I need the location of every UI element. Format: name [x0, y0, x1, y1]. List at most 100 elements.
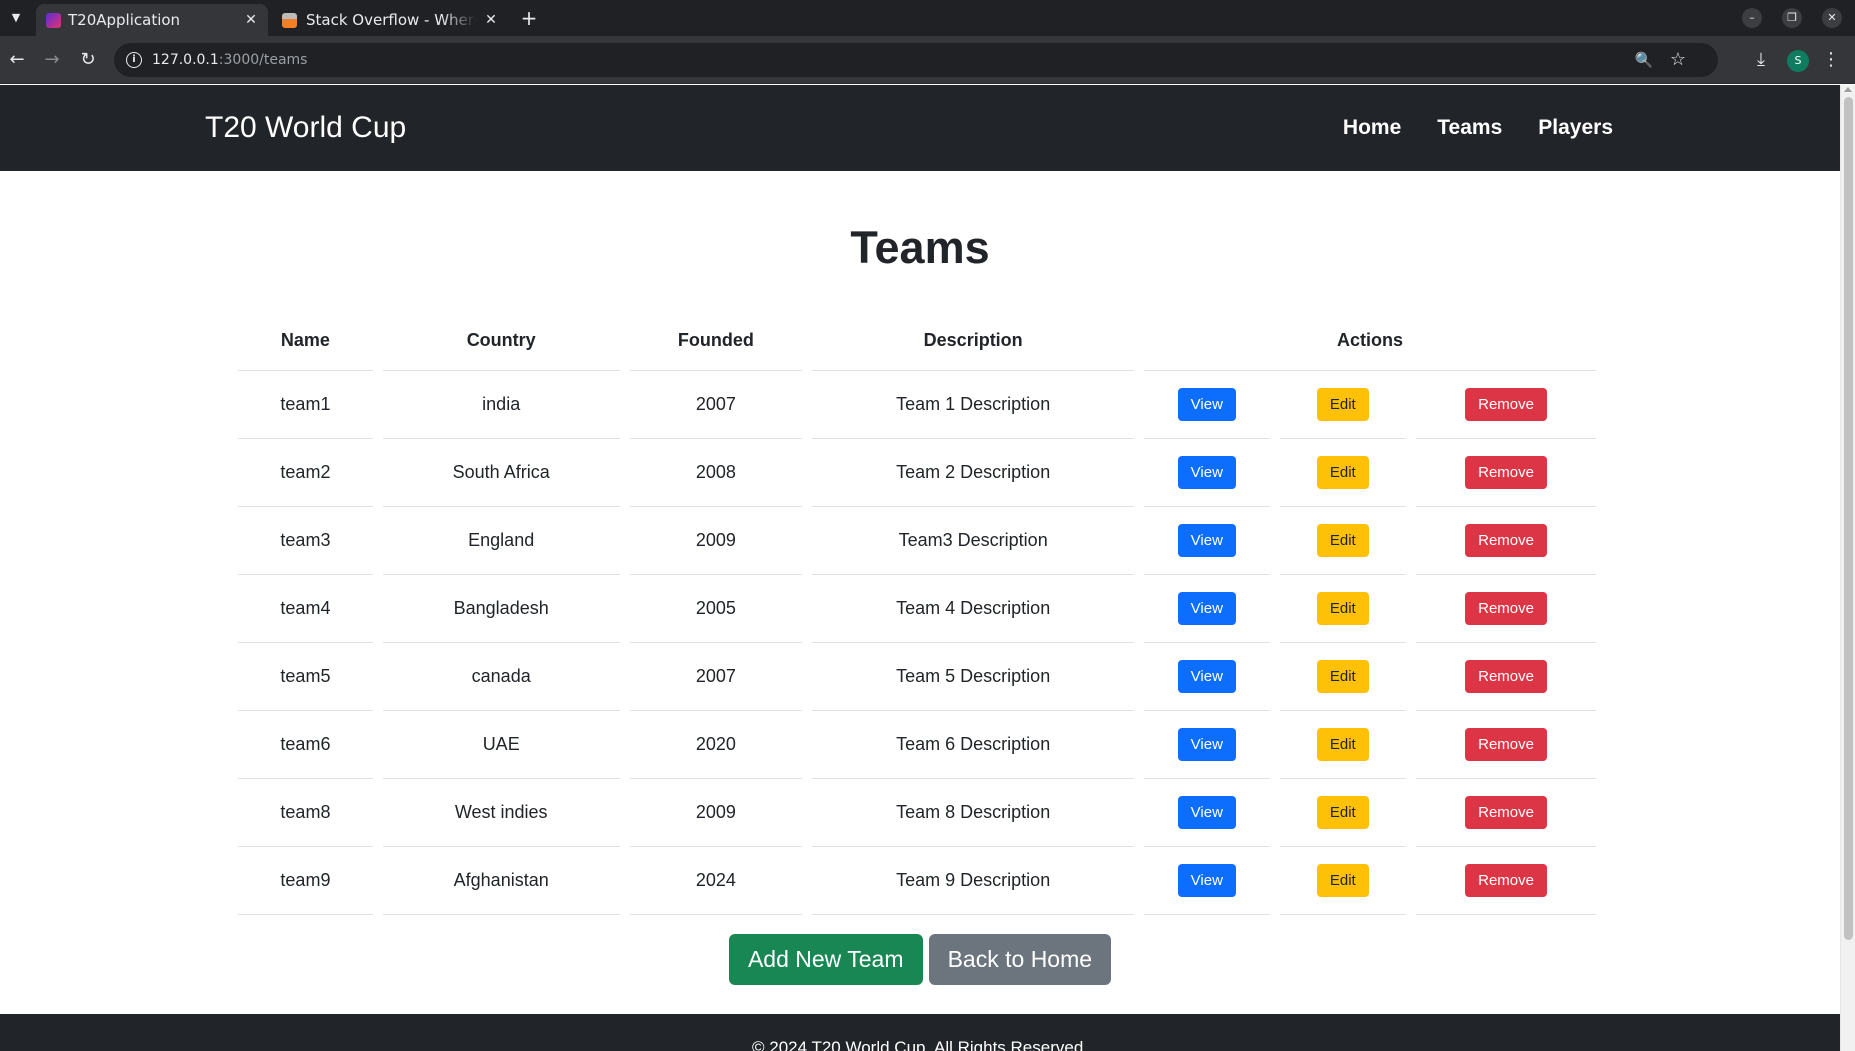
remove-cell: Remove	[1416, 371, 1596, 439]
avatar[interactable]: S	[1787, 50, 1809, 72]
remove-cell: Remove	[1416, 439, 1596, 507]
site-footer: © 2024 T20 World Cup. All Rights Reserve…	[0, 1014, 1840, 1051]
table-row: team8 West indies 2009 Team 8 Description Vi…	[238, 779, 1596, 847]
table-row: team4 Bangladesh 2005 Team 4 Description Vie…	[238, 575, 1596, 643]
edit-cell: Edit	[1279, 439, 1407, 507]
close-icon[interactable]: ✕	[242, 4, 260, 36]
remove-cell: Remove	[1416, 847, 1596, 915]
remove-button[interactable]: Remove	[1465, 524, 1547, 557]
team-description-cell: Team 5 Description	[812, 643, 1135, 711]
nav-link-home[interactable]: Home	[1343, 116, 1401, 140]
team-country-cell: England	[382, 507, 620, 575]
team-description-cell: Team 8 Description	[812, 779, 1135, 847]
remove-button[interactable]: Remove	[1465, 864, 1547, 897]
edit-button[interactable]: Edit	[1316, 524, 1369, 557]
column-header-founded: Founded	[629, 310, 803, 371]
remove-button[interactable]: Remove	[1465, 796, 1547, 829]
team-country-cell: South Africa	[382, 439, 620, 507]
view-button[interactable]: View	[1177, 864, 1236, 897]
page-actions: Add New Team Back to Home	[0, 934, 1840, 985]
view-button[interactable]: View	[1177, 592, 1236, 625]
address-url[interactable]: 127.0.0.1:3000/teams	[152, 43, 307, 77]
edit-cell: Edit	[1279, 847, 1407, 915]
edit-button[interactable]: Edit	[1316, 388, 1369, 421]
table-row: team2 South Africa 2008 Team 2 Description V…	[238, 439, 1596, 507]
edit-cell: Edit	[1279, 779, 1407, 847]
remove-button[interactable]: Remove	[1465, 592, 1547, 625]
info-icon[interactable]: i	[126, 52, 142, 68]
view-cell: View	[1144, 575, 1270, 643]
site-navbar: T20 World Cup Home Teams Players	[0, 85, 1840, 171]
browser-tab-t20application[interactable]: T20Application ✕	[36, 4, 268, 36]
edit-button[interactable]: Edit	[1316, 456, 1369, 489]
forward-arrow-icon[interactable]: →	[38, 46, 66, 74]
remove-button[interactable]: Remove	[1465, 728, 1547, 761]
table-header-row: Name Country Founded Description Actions	[238, 310, 1596, 371]
kebab-menu-icon[interactable]: ⋮	[1822, 46, 1840, 74]
edit-button[interactable]: Edit	[1316, 864, 1369, 897]
chevron-down-icon[interactable]: ▼	[4, 5, 28, 31]
edit-cell: Edit	[1279, 371, 1407, 439]
browser-toolbar: ← → ↻ i 127.0.0.1:3000/teams 🔍 ☆	[0, 36, 1855, 84]
team-founded-cell: 2007	[629, 371, 803, 439]
nav-link-teams[interactable]: Teams	[1437, 116, 1502, 140]
plus-icon[interactable]: +	[516, 4, 542, 32]
add-new-team-button[interactable]: Add New Team	[728, 934, 923, 985]
view-cell: View	[1144, 507, 1270, 575]
team-founded-cell: 2005	[629, 575, 803, 643]
team-description-cell: Team 6 Description	[812, 711, 1135, 779]
nav-link-players[interactable]: Players	[1538, 116, 1613, 140]
table-row: team6 UAE 2020 Team 6 Description View Edit Re…	[238, 711, 1596, 779]
remove-button[interactable]: Remove	[1465, 388, 1547, 421]
remove-cell: Remove	[1416, 711, 1596, 779]
edit-button[interactable]: Edit	[1316, 796, 1369, 829]
team-country-cell: UAE	[382, 711, 620, 779]
minimize-icon[interactable]: –	[1742, 8, 1762, 28]
team-name-cell: team4	[238, 575, 373, 643]
remove-button[interactable]: Remove	[1465, 456, 1547, 489]
page-title: Teams	[850, 222, 990, 273]
team-founded-cell: 2008	[629, 439, 803, 507]
view-button[interactable]: View	[1177, 388, 1236, 421]
reload-icon[interactable]: ↻	[74, 46, 102, 74]
edit-button[interactable]: Edit	[1316, 660, 1369, 693]
star-icon[interactable]: ☆	[1666, 48, 1690, 72]
remove-cell: Remove	[1416, 643, 1596, 711]
restore-icon[interactable]: ❐	[1782, 8, 1802, 28]
edit-cell: Edit	[1279, 643, 1407, 711]
team-country-cell: West indies	[382, 779, 620, 847]
download-icon[interactable]: ⤓	[1748, 46, 1774, 74]
scrollbar-thumb[interactable]	[1844, 97, 1853, 940]
team-name-cell: team8	[238, 779, 373, 847]
page-scrollbar[interactable]	[1840, 85, 1855, 1051]
close-icon[interactable]: ✕	[482, 4, 500, 36]
view-cell: View	[1144, 439, 1270, 507]
view-cell: View	[1144, 847, 1270, 915]
site-brand[interactable]: T20 World Cup	[205, 85, 406, 171]
back-arrow-icon[interactable]: ←	[3, 46, 31, 74]
view-button[interactable]: View	[1177, 660, 1236, 693]
scroll-up-icon[interactable]	[1844, 87, 1852, 92]
team-description-cell: Team3 Description	[812, 507, 1135, 575]
view-cell: View	[1144, 711, 1270, 779]
view-button[interactable]: View	[1177, 728, 1236, 761]
view-button[interactable]: View	[1177, 456, 1236, 489]
column-header-name: Name	[238, 310, 373, 371]
edit-button[interactable]: Edit	[1316, 592, 1369, 625]
address-bar[interactable]: i 127.0.0.1:3000/teams 🔍 ☆	[114, 43, 1718, 77]
back-to-home-button[interactable]: Back to Home	[928, 934, 1112, 985]
team-description-cell: Team 9 Description	[812, 847, 1135, 915]
close-window-icon[interactable]: ✕	[1822, 8, 1842, 28]
table-row: team5 canada 2007 Team 5 Description View Edi…	[238, 643, 1596, 711]
edit-button[interactable]: Edit	[1316, 728, 1369, 761]
team-founded-cell: 2020	[629, 711, 803, 779]
table-row: team9 Afghanistan 2024 Team 9 Description Vi…	[238, 847, 1596, 915]
view-button[interactable]: View	[1177, 524, 1236, 557]
edit-cell: Edit	[1279, 711, 1407, 779]
zoom-icon[interactable]: 🔍	[1632, 48, 1656, 72]
remove-button[interactable]: Remove	[1465, 660, 1547, 693]
view-cell: View	[1144, 643, 1270, 711]
view-button[interactable]: View	[1177, 796, 1236, 829]
view-cell: View	[1144, 779, 1270, 847]
browser-tab-stackoverflow[interactable]: Stack Overflow - Where Developers Learn …	[272, 4, 508, 36]
